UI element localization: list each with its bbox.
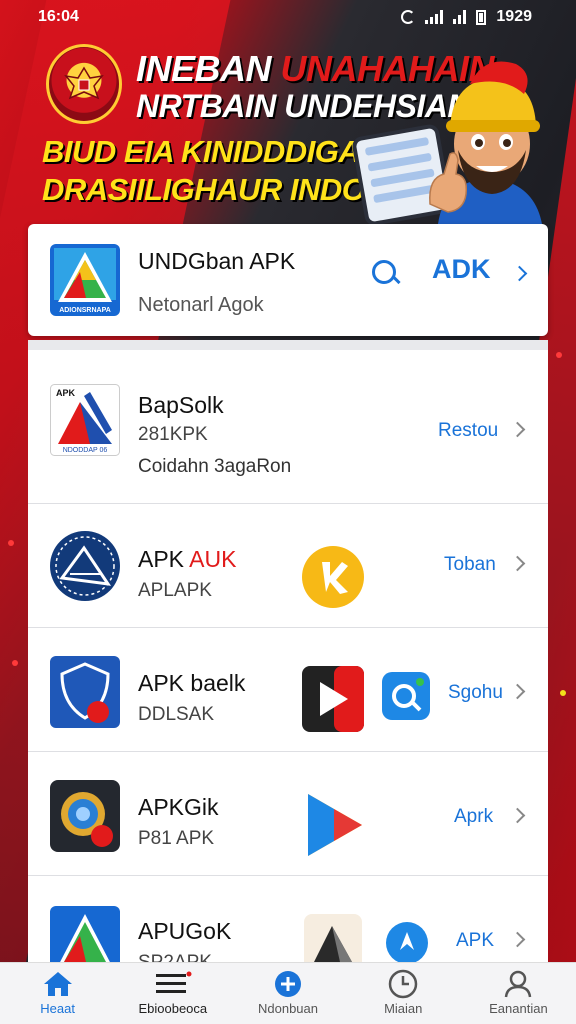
nfc-icon — [401, 10, 416, 24]
chevron-right-icon[interactable] — [509, 555, 526, 572]
nav-label: Eanantian — [489, 1001, 548, 1016]
triangle-app-icon — [308, 794, 362, 856]
app-title-black: APK — [138, 546, 190, 572]
cell-signal-icon — [453, 10, 467, 24]
clock-icon — [388, 969, 418, 999]
app-icon: APK NDODDAP 06 — [50, 384, 120, 456]
add-icon — [274, 971, 302, 997]
shield-app-icon — [50, 656, 120, 728]
status-right-time: 1929 — [496, 8, 532, 25]
mascot-illustration — [429, 61, 542, 224]
compass-app-icon — [386, 922, 428, 964]
home-icon — [43, 971, 73, 997]
list-item[interactable]: APK AUK APLAPK Toban — [28, 504, 548, 628]
nav-label: Ndonbuan — [258, 1001, 318, 1016]
app-title: APKGik — [138, 794, 219, 820]
app-subtitle: APLAPK — [138, 580, 212, 601]
app-subtitle: 281KPK — [138, 424, 208, 445]
status-time: 16:04 — [38, 8, 79, 25]
app-title-red: AUK — [189, 546, 237, 572]
chevron-right-icon[interactable] — [509, 807, 526, 824]
play-app-icon — [302, 666, 364, 732]
app-description: Coidahn 3agaRon — [138, 456, 292, 477]
app-logo-caption: ADIONSRNAPA — [59, 307, 111, 314]
chevron-right-icon[interactable] — [509, 683, 526, 700]
action-link[interactable]: APK — [456, 930, 494, 952]
chevron-right-icon[interactable] — [509, 931, 526, 948]
nav-label: Heaat — [40, 1001, 75, 1016]
background-dot — [12, 660, 18, 666]
app-icon-bottom-text: NDODDAP 06 — [63, 447, 108, 454]
action-link[interactable]: Sgohu — [448, 682, 503, 704]
nav-history[interactable]: Miaian — [346, 963, 461, 1024]
app-list: APK NDODDAP 06 BapSolk 281KPK Coidahn 3a… — [28, 340, 548, 970]
banner-headline-2: NRTBAIN UNDEHSIAN — [136, 88, 471, 124]
list-item[interactable]: APK baelk DDLSAK Sgohu — [28, 628, 548, 752]
action-link[interactable]: Aprk — [454, 806, 493, 828]
banner-headline-1-white: INEBAN — [136, 48, 281, 89]
wifi-signal-icon — [425, 10, 444, 24]
app-icon-top-text: APK — [56, 388, 76, 398]
list-item[interactable]: APKGik P81 APK Aprk — [28, 752, 548, 876]
promo-banner[interactable]: INEBAN UNAHAHAIN NRTBAIN UNDEHSIAN BIUD … — [0, 34, 576, 227]
chevron-right-icon[interactable] — [509, 421, 526, 438]
app-logo-icon: ADIONSRNAPA — [50, 244, 120, 316]
k-app-icon — [302, 546, 364, 608]
profile-icon — [503, 970, 533, 998]
app-title: APUGoK — [138, 918, 232, 944]
app-logo-icon — [50, 906, 120, 970]
status-icons: 1929 — [401, 8, 532, 26]
nav-label: Miaian — [384, 1001, 423, 1016]
featured-app-card[interactable]: ADIONSRNAPA UNDGban APK Netonarl Agok AD… — [28, 224, 548, 336]
nav-profile[interactable]: Eanantian — [461, 963, 576, 1024]
nav-add[interactable]: Ndonbuan — [230, 963, 345, 1024]
banner-tagline-1: BIUD EIA KINIDDDIGAN — [42, 134, 383, 169]
status-bar: 16:04 1929 — [0, 0, 576, 34]
action-link[interactable]: Toban — [444, 554, 496, 576]
background-dot — [8, 540, 14, 546]
chat-app-icon — [382, 672, 430, 720]
app-title: APK AUK — [138, 546, 236, 573]
apk-button[interactable]: ADK — [432, 254, 491, 285]
background-dot — [556, 352, 562, 358]
battery-icon — [476, 9, 487, 25]
search-icon[interactable] — [372, 260, 402, 290]
bottom-navigation: Heaat Ebioobeoca Ndonbuan Miaian Eananti… — [0, 962, 576, 1024]
nav-menu[interactable]: Ebioobeoca — [115, 963, 230, 1024]
app-subtitle: DDLSAK — [138, 704, 215, 725]
list-item[interactable]: APK NDODDAP 06 BapSolk 281KPK Coidahn 3a… — [28, 350, 548, 504]
menu-icon — [154, 971, 192, 997]
list-item[interactable]: APUGoK SP2APK APK — [28, 876, 548, 970]
gear-app-icon — [50, 780, 120, 852]
action-link[interactable]: Restou — [438, 420, 498, 442]
nav-label: Ebioobeoca — [138, 1001, 208, 1016]
app-subtitle: P81 APK — [138, 828, 215, 849]
garuda-emblem-icon — [46, 44, 122, 124]
nav-home[interactable]: Heaat — [0, 963, 115, 1024]
app-icon — [50, 531, 120, 601]
featured-app-title: UNDGban APK — [138, 248, 296, 274]
app-title: APK baelk — [138, 670, 246, 696]
background-dot — [560, 690, 566, 696]
app-title: BapSolk — [138, 392, 224, 418]
chevron-right-icon[interactable] — [511, 265, 528, 282]
featured-app-subtitle: Netonarl Agok — [138, 294, 264, 316]
